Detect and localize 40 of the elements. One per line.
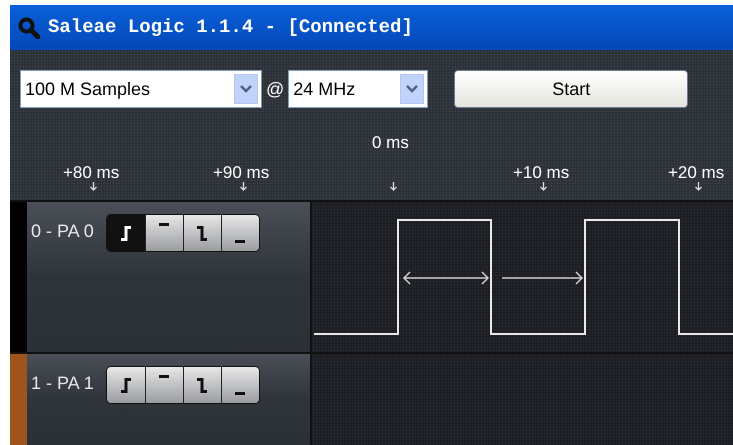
chevron-down-icon (240, 85, 252, 93)
low-level-icon (235, 392, 246, 395)
tick-arrow-icon (240, 182, 247, 191)
dropdown-value: 24 MHz (292, 78, 356, 100)
low-level-icon (235, 240, 246, 243)
tick-arrow-icon (695, 182, 702, 191)
trigger-button[interactable] (106, 215, 145, 251)
time-label: +20 ms (668, 164, 724, 181)
trigger-button[interactable] (182, 367, 221, 403)
time-label: +80 ms (63, 164, 120, 181)
dropdown-arrow-button[interactable] (234, 74, 258, 104)
window-title: Saleae Logic 1.1.4 - [Connected] (48, 15, 413, 40)
trigger-button[interactable] (182, 215, 221, 251)
high-level-icon (159, 223, 170, 226)
at-sign: @ (266, 78, 284, 100)
tick-arrow-icon (390, 182, 397, 191)
rising-edge-icon (120, 226, 131, 240)
time-label: +10 ms (513, 164, 570, 181)
chevron-down-icon (406, 85, 418, 93)
rising-edge-icon (120, 378, 131, 392)
time-label: 0 ms (372, 134, 409, 151)
dropdown-field[interactable]: 100 M Samples (20, 70, 262, 108)
dropdown-field[interactable]: 24 MHz (288, 70, 428, 108)
time-label: +90 ms (213, 164, 270, 181)
channel-name: 1 - PA 1 (31, 372, 94, 395)
high-level-icon (159, 375, 170, 378)
falling-edge-icon (197, 378, 208, 392)
trigger-button[interactable] (220, 215, 259, 251)
falling-edge-icon (197, 226, 208, 240)
tick-arrow-icon (90, 182, 97, 191)
start-button[interactable]: Start (454, 70, 688, 108)
trigger-button[interactable] (144, 367, 183, 403)
channel-name: 0 - PA 0 (31, 220, 94, 243)
dropdown-value: 100 M Samples (24, 78, 152, 101)
trigger-button[interactable] (220, 367, 259, 403)
trigger-button[interactable] (144, 215, 183, 251)
dropdown-arrow-button[interactable] (400, 74, 424, 104)
trigger-button[interactable] (106, 367, 145, 403)
tick-arrow-icon (540, 182, 547, 191)
search-icon (18, 16, 40, 38)
